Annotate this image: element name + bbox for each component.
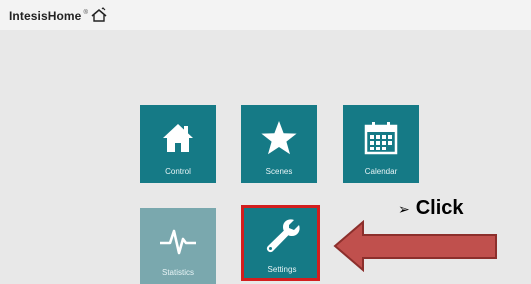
house-logo-icon [91,6,107,22]
left-arrow-icon [333,220,497,272]
wrench-icon [266,219,300,253]
intesishome-logo[interactable]: IntesisHome ® [9,6,108,23]
logo-text: IntesisHome [9,9,82,23]
app-screen: IntesisHome ® Control Scenes Calendar St… [0,0,531,284]
click-annotation: ➢ Click [398,197,464,220]
statistics-label: Statistics [161,268,194,277]
control-label: Control [165,167,191,176]
registered-mark: ® [83,10,88,16]
home-icon [163,124,193,152]
scenes-tile[interactable]: Scenes [241,105,317,183]
settings-tile[interactable]: Settings [244,208,320,278]
pulse-icon [160,229,196,255]
star-icon [261,121,297,155]
header-bar: IntesisHome ® [0,0,531,30]
calendar-tile[interactable]: Calendar [343,105,419,183]
settings-label: Settings [267,265,297,274]
click-label: Click [415,197,464,219]
control-tile[interactable]: Control [140,105,216,183]
calendar-icon [364,122,398,155]
arrow-bullet-icon: ➢ [398,200,410,217]
statistics-tile[interactable]: Statistics [140,208,216,284]
scenes-label: Scenes [265,167,293,176]
calendar-label: Calendar [364,167,398,176]
